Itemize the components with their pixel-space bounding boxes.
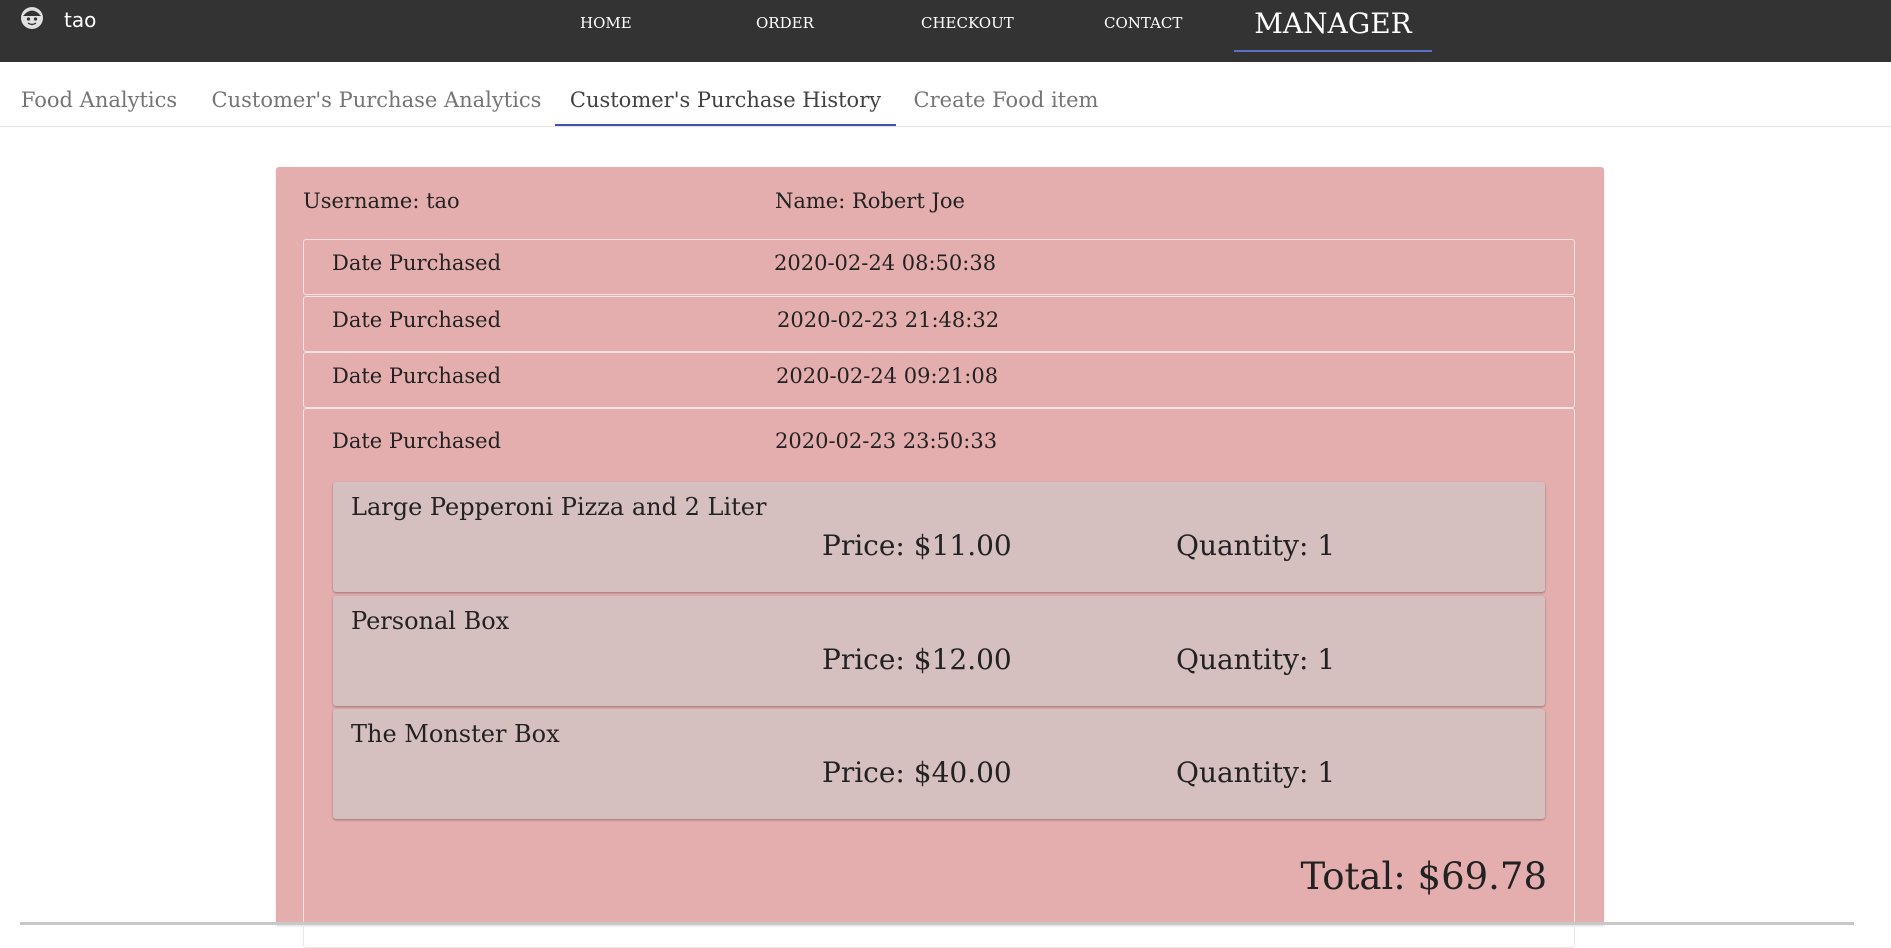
nav-contact-link[interactable]: Contact	[1104, 14, 1182, 32]
nav-home-link[interactable]: Home	[580, 14, 632, 32]
purchase-date: 2020-02-24 08:50:38	[774, 251, 997, 275]
tab-customer-purchase-analytics[interactable]: Customer's Purchase Analytics	[198, 62, 555, 124]
customer-username: Username: tao	[303, 189, 460, 213]
item-price: Price: $40.00	[822, 756, 1012, 789]
item-quantity: Quantity: 1	[1176, 756, 1336, 789]
purchase-history-card: Username: tao Name: Robert Joe Date Purc…	[276, 167, 1604, 948]
purchase-date: 2020-02-23 23:50:33	[775, 429, 998, 453]
item-quantity: Quantity: 1	[1176, 529, 1336, 562]
nav-manager-link[interactable]: MANAGER	[1234, 4, 1432, 52]
purchase-total: Total: $69.78	[1300, 855, 1547, 898]
purchase-row-expanded[interactable]: Date Purchased 2020-02-23 23:50:33 Large…	[303, 408, 1575, 948]
item-name: The Monster Box	[351, 720, 560, 748]
tab-customer-purchase-history[interactable]: Customer's Purchase History	[555, 62, 896, 126]
nav-checkout-link[interactable]: Checkout	[921, 14, 1014, 32]
purchase-row[interactable]: Date Purchased 2020-02-24 08:50:38	[303, 239, 1575, 295]
nav-order-link[interactable]: Order	[756, 14, 814, 32]
date-purchased-label: Date Purchased	[332, 308, 502, 332]
purchase-item: Personal Box Price: $12.00 Quantity: 1	[333, 596, 1545, 706]
purchase-date: 2020-02-24 09:21:08	[776, 364, 999, 388]
customer-name: Name: Robert Joe	[775, 189, 965, 213]
purchase-date: 2020-02-23 21:48:32	[777, 308, 1000, 332]
item-price: Price: $11.00	[822, 529, 1012, 562]
tab-food-analytics[interactable]: Food Analytics	[0, 62, 198, 124]
top-navbar: tao Home Order Checkout Contact MANAGER	[0, 0, 1891, 62]
date-purchased-label: Date Purchased	[332, 251, 502, 275]
date-purchased-label: Date Purchased	[332, 364, 502, 388]
item-price: Price: $12.00	[822, 643, 1012, 676]
smiley-face-icon[interactable]	[20, 6, 44, 30]
purchase-row[interactable]: Date Purchased 2020-02-23 21:48:32	[303, 296, 1575, 352]
current-username[interactable]: tao	[64, 8, 96, 32]
purchase-row[interactable]: Date Purchased 2020-02-24 09:21:08	[303, 352, 1575, 408]
purchase-item: Large Pepperoni Pizza and 2 Liter Price:…	[333, 482, 1545, 592]
date-purchased-label: Date Purchased	[332, 429, 502, 453]
manager-tabs: Food Analytics Customer's Purchase Analy…	[0, 62, 1891, 127]
item-name: Personal Box	[351, 607, 510, 635]
item-name: Large Pepperoni Pizza and 2 Liter	[351, 493, 767, 521]
purchase-item: The Monster Box Price: $40.00 Quantity: …	[333, 709, 1545, 819]
item-quantity: Quantity: 1	[1176, 643, 1336, 676]
tab-create-food-item[interactable]: Create Food item	[896, 62, 1116, 124]
